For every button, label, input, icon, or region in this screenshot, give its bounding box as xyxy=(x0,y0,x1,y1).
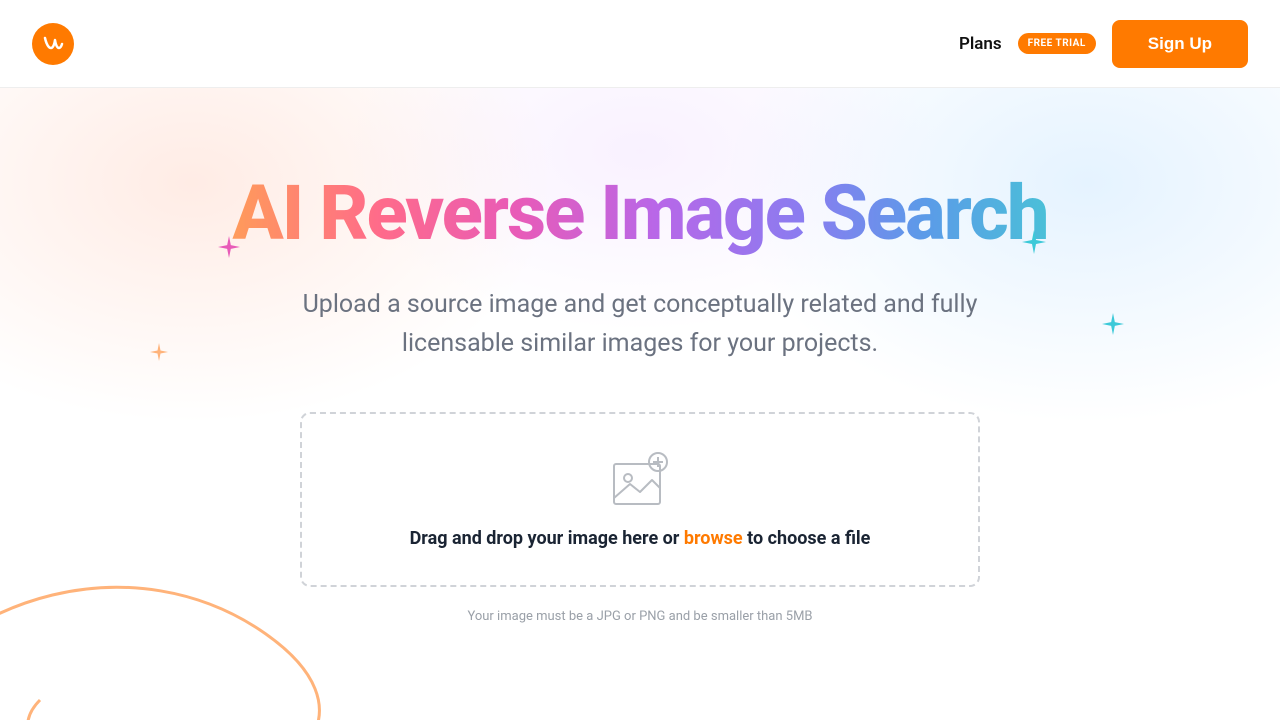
signup-button[interactable]: Sign Up xyxy=(1112,20,1248,68)
upload-dropzone[interactable]: Drag and drop your image here or browse … xyxy=(300,412,980,587)
sparkle-icon xyxy=(150,343,168,361)
dropzone-text-prefix: Drag and drop your image here or xyxy=(410,528,684,549)
browse-link[interactable]: browse xyxy=(684,528,743,549)
page-title: AI Reverse Image Search xyxy=(232,168,1047,258)
decorative-squiggle xyxy=(0,540,400,720)
logo-icon xyxy=(41,32,65,56)
logo[interactable] xyxy=(32,23,74,65)
dropzone-text-suffix: to choose a file xyxy=(743,528,871,549)
header: Plans FREE TRIAL Sign Up xyxy=(0,0,1280,88)
sparkle-icon xyxy=(1022,230,1046,254)
dropzone-text: Drag and drop your image here or browse … xyxy=(410,528,871,549)
image-upload-icon xyxy=(608,450,672,510)
nav-right: Plans FREE TRIAL Sign Up xyxy=(959,20,1248,68)
page-subtitle: Upload a source image and get conceptual… xyxy=(250,286,1030,364)
sparkle-icon xyxy=(218,236,240,258)
hero: AI Reverse Image Search Upload a source … xyxy=(0,88,1280,720)
plans-link[interactable]: Plans xyxy=(959,34,1002,54)
free-trial-badge: FREE TRIAL xyxy=(1018,33,1096,54)
sparkle-icon xyxy=(1102,313,1124,335)
